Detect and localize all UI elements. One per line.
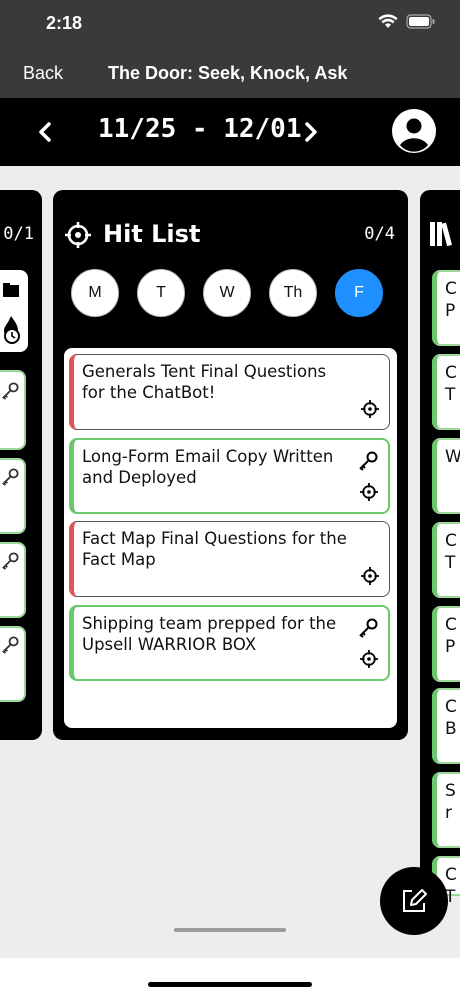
list-item[interactable]: W (432, 438, 460, 514)
list-item[interactable] (0, 542, 26, 618)
day-tuesday[interactable]: T (137, 269, 185, 317)
key-icon (359, 618, 378, 638)
key-icon (2, 468, 19, 486)
column-next: C P C T W C T C P C B S r C T (420, 190, 460, 907)
list-item-text: S r (445, 781, 456, 823)
navigation-bar: Back The Door: Seek, Knock, Ask (0, 52, 460, 98)
fire-timer-icon (4, 316, 20, 344)
page-title: The Door: Seek, Knock, Ask (108, 63, 348, 83)
day-selector: M T W Th F (71, 269, 383, 317)
edit-icon (403, 889, 427, 912)
profile-avatar-button[interactable] (392, 109, 436, 153)
list-item[interactable]: C T (432, 354, 460, 430)
crosshair-icon (65, 222, 91, 248)
list-item[interactable]: S r (432, 772, 460, 848)
chevron-right-icon[interactable] (304, 122, 318, 142)
battery-icon (406, 14, 435, 29)
home-indicator-area (0, 958, 460, 996)
task-card[interactable]: Shipping team prepped for the Upsell WAR… (69, 605, 390, 681)
list-item-text: C P (445, 279, 457, 321)
back-button[interactable]: Back (23, 63, 63, 84)
list-item[interactable]: C B (432, 688, 460, 764)
user-avatar-icon (394, 111, 434, 152)
list-item-text: W (445, 447, 460, 467)
list-item-text: C T (445, 531, 457, 573)
column-previous: 0/1 (0, 190, 42, 740)
list-item-text: C P (445, 615, 457, 657)
key-icon (2, 382, 19, 400)
status-time: 2:18 (46, 13, 83, 33)
key-icon (2, 552, 19, 570)
task-card[interactable]: Fact Map Final Questions for the Fact Ma… (69, 521, 390, 597)
key-icon (359, 451, 378, 471)
task-card[interactable]: Generals Tent Final Questions for the Ch… (69, 354, 390, 430)
status-bar: 2:18 (0, 0, 460, 52)
week-range: 11/25 - 12/01 (98, 114, 302, 144)
day-thursday[interactable]: Th (269, 269, 317, 317)
task-text: Long-Form Email Copy Written and Deploye… (82, 447, 334, 487)
scroll-indicator (174, 928, 286, 932)
day-friday[interactable]: F (335, 269, 383, 317)
task-text: Shipping team prepped for the Upsell WAR… (82, 614, 337, 654)
folder-icon (3, 283, 19, 297)
day-wednesday[interactable]: W (203, 269, 251, 317)
column-title: Hit List (103, 220, 201, 248)
list-item-text: C T (445, 363, 457, 405)
crosshair-icon[interactable] (360, 650, 378, 668)
list-item-text: C B (445, 697, 457, 739)
crosshair-icon[interactable] (360, 483, 378, 501)
column-count: 0/4 (364, 224, 395, 244)
week-selector: 11/25 - 12/01 (0, 98, 460, 166)
list-item[interactable] (0, 270, 28, 352)
list-item[interactable] (0, 626, 26, 702)
task-text: Generals Tent Final Questions for the Ch… (82, 362, 327, 402)
list-item[interactable] (0, 370, 26, 450)
column-hit-list: Hit List 0/4 M T W Th F Generals Tent Fi… (53, 190, 408, 740)
day-monday[interactable]: M (71, 269, 119, 317)
list-item[interactable]: C P (432, 270, 460, 346)
chevron-left-icon[interactable] (38, 122, 52, 142)
task-card[interactable]: Long-Form Email Copy Written and Deploye… (69, 438, 390, 514)
task-list: Generals Tent Final Questions for the Ch… (64, 348, 397, 728)
list-item[interactable]: C T (432, 522, 460, 598)
books-icon (430, 222, 453, 247)
list-item[interactable]: C P (432, 606, 460, 682)
task-text: Fact Map Final Questions for the Fact Ma… (82, 529, 347, 569)
crosshair-icon[interactable] (361, 400, 379, 418)
edit-button[interactable] (380, 867, 448, 935)
key-icon (2, 636, 19, 654)
status-icons (378, 14, 436, 29)
crosshair-icon[interactable] (361, 567, 379, 585)
list-item[interactable] (0, 458, 26, 534)
column-count: 0/1 (3, 224, 34, 244)
home-indicator[interactable] (148, 982, 312, 987)
wifi-icon (378, 14, 398, 28)
